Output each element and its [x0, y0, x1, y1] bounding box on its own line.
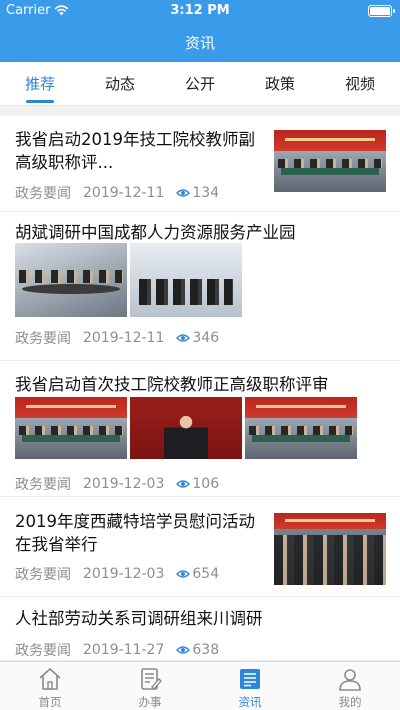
document-edit-icon	[141, 668, 162, 690]
news-date: 2019-11-27	[83, 642, 165, 658]
nav-bar: 资讯	[0, 22, 400, 62]
tab-public[interactable]: 公开	[160, 62, 240, 105]
news-title: 2019年度西藏特培学员慰问活动在我省举行	[15, 512, 255, 554]
news-icon	[240, 669, 260, 689]
news-view-count: 346	[192, 330, 220, 346]
news-date: 2019-12-03	[83, 476, 165, 492]
bottom-tab-bar: 首页 办事 资讯 我的	[0, 661, 400, 710]
news-title: 我省启动2019年技工院校教师副高级职称评...	[15, 130, 255, 172]
news-source: 政务要闻	[15, 186, 71, 202]
tab-video[interactable]: 视频	[320, 62, 400, 105]
news-thumbnail	[130, 243, 242, 317]
news-item[interactable]: 胡斌调研中国成都人力资源服务产业园 政务要闻 2019-12-11 346	[0, 212, 400, 361]
news-item[interactable]: 2019年度西藏特培学员慰问活动在我省举行 政务要闻 2019-12-03 65…	[0, 497, 400, 597]
news-thumbnail	[15, 397, 127, 459]
news-title: 人社部劳动关系司调研组来川调研	[15, 609, 263, 628]
section-divider	[0, 106, 400, 116]
news-views: 346	[176, 330, 219, 346]
page-title: 资讯	[184, 33, 215, 52]
news-thumbnail	[130, 397, 242, 459]
status-bar: Carrier 3:12 PM	[0, 0, 400, 22]
tabbar-item-profile[interactable]: 我的	[300, 662, 400, 710]
news-meta: 政务要闻 2019-11-27 638	[15, 640, 219, 660]
news-view-count: 654	[192, 566, 220, 582]
tabbar-label: 办事	[138, 695, 162, 709]
tab-news-updates[interactable]: 动态	[80, 62, 160, 105]
news-views: 134	[176, 185, 219, 201]
news-view-count: 134	[192, 185, 220, 201]
news-feed[interactable]: 我省启动2019年技工院校教师副高级职称评... 政务要闻 2019-12-11…	[0, 116, 400, 661]
news-item[interactable]: 我省启动首次技工院校教师正高级职称评审 政务要闻 2019-12-03 106	[0, 361, 400, 497]
news-thumbnail	[274, 130, 386, 192]
news-meta: 政务要闻 2019-12-03 654	[15, 564, 219, 584]
tabbar-label: 我的	[338, 695, 362, 709]
home-icon	[39, 667, 61, 690]
news-meta: 政务要闻 2019-12-11 134	[15, 183, 219, 203]
news-views: 654	[176, 566, 219, 582]
news-view-count: 638	[192, 642, 220, 658]
news-item[interactable]: 我省启动2019年技工院校教师副高级职称评... 政务要闻 2019-12-11…	[0, 116, 400, 212]
tab-recommend[interactable]: 推荐	[0, 62, 80, 105]
eye-icon	[176, 334, 191, 342]
clock: 3:12 PM	[170, 3, 230, 18]
tabbar-item-services[interactable]: 办事	[100, 662, 200, 710]
tabbar-label: 首页	[38, 695, 62, 709]
tab-policy[interactable]: 政策	[240, 62, 320, 105]
news-views: 638	[176, 642, 219, 658]
battery-icon	[368, 5, 395, 17]
news-item[interactable]: 人社部劳动关系司调研组来川调研 政务要闻 2019-11-27 638	[0, 597, 400, 661]
news-source: 政务要闻	[15, 643, 71, 659]
news-view-count: 106	[192, 476, 220, 492]
news-date: 2019-12-03	[83, 566, 165, 582]
news-date: 2019-12-11	[83, 330, 165, 346]
news-source: 政务要闻	[15, 331, 71, 347]
person-icon	[339, 669, 361, 691]
category-tabs: 推荐 动态 公开 政策 视频	[0, 62, 400, 106]
news-title: 我省启动首次技工院校教师正高级职称评审	[15, 375, 329, 394]
news-thumbnail	[274, 513, 386, 585]
news-thumbnail	[15, 243, 127, 317]
news-views: 106	[176, 476, 219, 492]
tabbar-item-home[interactable]: 首页	[0, 662, 100, 710]
tabbar-item-news[interactable]: 资讯	[200, 662, 300, 710]
tabbar-label: 资讯	[238, 695, 262, 709]
eye-icon	[176, 646, 191, 654]
eye-icon	[176, 480, 191, 488]
news-thumbnail	[245, 397, 357, 459]
news-source: 政务要闻	[15, 477, 71, 493]
news-source: 政务要闻	[15, 567, 71, 583]
eye-icon	[176, 189, 191, 197]
eye-icon	[176, 570, 191, 578]
news-date: 2019-12-11	[83, 185, 165, 201]
news-title: 胡斌调研中国成都人力资源服务产业园	[15, 223, 296, 242]
news-meta: 政务要闻 2019-12-03 106	[15, 474, 219, 494]
news-meta: 政务要闻 2019-12-11 346	[15, 328, 219, 348]
